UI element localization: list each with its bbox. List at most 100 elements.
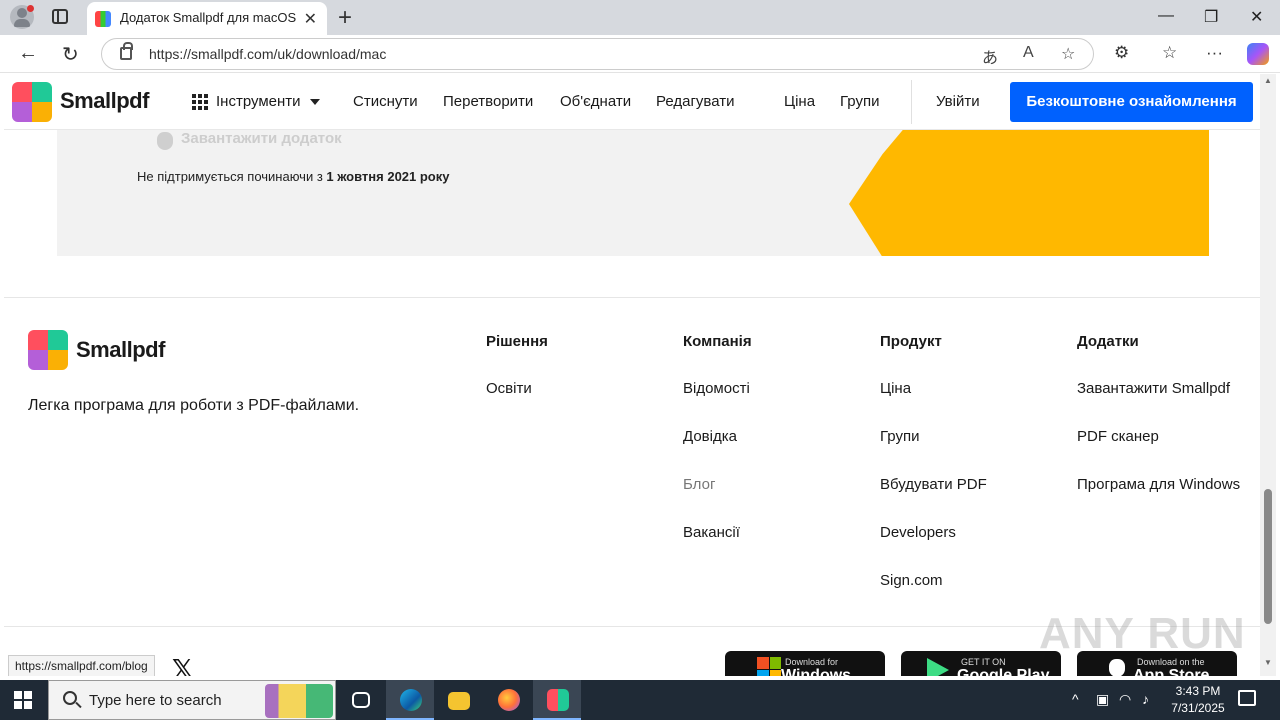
new-tab-icon[interactable]: + bbox=[338, 4, 352, 32]
taskbar-search[interactable]: Type here to search bbox=[48, 680, 336, 720]
taskbar-clock[interactable]: 3:43 PM 7/31/2025 bbox=[1158, 683, 1238, 717]
vertical-scrollbar[interactable]: ▲ ▼ bbox=[1260, 74, 1276, 676]
store-big-text: App Store bbox=[1133, 667, 1210, 676]
footer-link-developers[interactable]: Developers bbox=[880, 521, 1050, 545]
tab-actions-icon[interactable] bbox=[52, 9, 68, 24]
browser-tab[interactable]: Додаток Smallpdf для macOS ✕ bbox=[87, 2, 327, 35]
translate-icon[interactable]: あ bbox=[982, 44, 998, 68]
restore-icon[interactable]: ❐ bbox=[1204, 7, 1218, 27]
footer-link-sign[interactable]: Sign.com bbox=[880, 569, 1050, 593]
google-play-button[interactable]: GET IT ON Google Play bbox=[901, 651, 1061, 676]
windows-store-button[interactable]: Download for Windows bbox=[725, 651, 885, 676]
url-text[interactable]: https://smallpdf.com/uk/download/mac bbox=[149, 46, 386, 62]
header-divider bbox=[911, 80, 912, 124]
footer-link-pdf-scanner[interactable]: PDF сканер bbox=[1077, 425, 1247, 449]
footer-link-teams[interactable]: Групи bbox=[880, 425, 1050, 449]
nav-compress[interactable]: Стиснути bbox=[353, 93, 418, 110]
notification-center-icon[interactable] bbox=[1238, 690, 1256, 706]
store-small-text: GET IT ON bbox=[961, 657, 1006, 667]
nav-edit[interactable]: Редагувати bbox=[656, 93, 735, 110]
clock-time: 3:43 PM bbox=[1175, 684, 1221, 698]
copilot-icon[interactable] bbox=[1247, 43, 1269, 65]
close-tab-icon[interactable]: ✕ bbox=[304, 9, 317, 29]
footer-link-about[interactable]: Відомості bbox=[683, 377, 853, 401]
volume-icon[interactable]: ♪ bbox=[1142, 691, 1149, 707]
back-icon[interactable]: ← bbox=[18, 42, 38, 65]
footer-link-windows-app[interactable]: Програма для Windows bbox=[1077, 473, 1247, 497]
footer-link-jobs[interactable]: Вакансії bbox=[683, 521, 853, 545]
close-window-icon[interactable]: ✕ bbox=[1250, 7, 1263, 27]
windows-taskbar: Type here to search ^ ▣ ◠ ♪ 3:43 PM 7/31… bbox=[0, 680, 1280, 720]
chevron-down-icon[interactable] bbox=[310, 99, 320, 105]
store-small-text: Download for bbox=[785, 657, 839, 667]
site-header: Smallpdf Інструменти Стиснути Перетворит… bbox=[4, 74, 1260, 130]
smallpdf-logo-icon[interactable] bbox=[12, 82, 52, 122]
footer-link-download-smallpdf[interactable]: Завантажити Smallpdf bbox=[1077, 377, 1247, 401]
scroll-thumb[interactable] bbox=[1264, 489, 1272, 624]
nav-pricing[interactable]: Ціна bbox=[784, 93, 815, 110]
footer-tagline: Легка програма для роботи з PDF-файлами. bbox=[28, 397, 360, 414]
apple-icon bbox=[1109, 659, 1125, 676]
minimize-icon[interactable]: — bbox=[1158, 7, 1174, 25]
link-status-bar: https://smallpdf.com/blog bbox=[8, 655, 155, 676]
footer-heading-apps: Додатки bbox=[1077, 333, 1139, 350]
favorite-star-icon[interactable]: ☆ bbox=[1061, 44, 1075, 64]
nav-merge[interactable]: Об'єднати bbox=[560, 93, 631, 110]
scroll-up-icon[interactable]: ▲ bbox=[1264, 76, 1272, 85]
store-big-text: Windows bbox=[781, 667, 852, 676]
wifi-icon[interactable]: ◠ bbox=[1119, 691, 1131, 708]
footer-link-pricing[interactable]: Ціна bbox=[880, 377, 1050, 401]
tools-menu[interactable]: Інструменти bbox=[216, 93, 301, 110]
firefox-icon[interactable] bbox=[484, 680, 532, 720]
search-icon bbox=[63, 691, 77, 705]
footer-link-education[interactable]: Освіти bbox=[486, 377, 656, 401]
profile-icon[interactable] bbox=[10, 5, 34, 29]
search-placeholder[interactable]: Type here to search bbox=[89, 692, 222, 709]
windows-start-icon[interactable] bbox=[14, 691, 32, 709]
address-toolbar: ← ↻ https://smallpdf.com/uk/download/mac… bbox=[0, 35, 1280, 73]
extensions-icon[interactable]: ⚙ bbox=[1114, 43, 1129, 63]
unsupported-notice: Не підтримується починаючи з 1 жовтня 20… bbox=[137, 169, 449, 184]
task-view-icon[interactable] bbox=[338, 680, 386, 720]
edge-taskbar-icon[interactable] bbox=[386, 680, 434, 720]
notification-dot bbox=[27, 5, 34, 12]
unsupported-date: 1 жовтня 2021 року bbox=[326, 169, 450, 184]
nav-teams[interactable]: Групи bbox=[840, 93, 879, 110]
read-aloud-icon[interactable]: A bbox=[1023, 44, 1034, 62]
web-page: Завантажити додаток Не підтримується поч… bbox=[4, 74, 1260, 676]
footer-logo-text[interactable]: Smallpdf bbox=[76, 337, 165, 363]
favorites-icon[interactable]: ☆ bbox=[1162, 43, 1177, 63]
more-menu-icon[interactable]: ··· bbox=[1206, 43, 1223, 63]
footer-link-embed-pdf[interactable]: Вбудувати PDF bbox=[880, 473, 1050, 497]
google-play-icon bbox=[927, 658, 949, 676]
x-social-icon[interactable]: 𝕏 bbox=[172, 654, 193, 676]
nav-convert[interactable]: Перетворити bbox=[443, 93, 533, 110]
scroll-down-icon[interactable]: ▼ bbox=[1264, 658, 1272, 667]
refresh-icon[interactable]: ↻ bbox=[62, 42, 79, 67]
footer-heading-solutions: Рішення bbox=[486, 333, 548, 350]
smallpdf-taskbar-icon[interactable] bbox=[533, 680, 581, 720]
browser-tab-bar: Додаток Smallpdf для macOS ✕ + — ❐ ✕ bbox=[0, 0, 1280, 35]
grid-icon[interactable] bbox=[192, 94, 208, 110]
apple-icon bbox=[157, 132, 173, 150]
network-drive-icon[interactable]: ▣ bbox=[1096, 691, 1109, 708]
footer-heading-company: Компанія bbox=[683, 333, 752, 350]
logo-text[interactable]: Smallpdf bbox=[60, 88, 149, 114]
address-bar[interactable]: https://smallpdf.com/uk/download/mac あ A… bbox=[101, 38, 1094, 70]
free-trial-button[interactable]: Безкоштовне ознайомлення bbox=[1010, 82, 1253, 122]
download-app-button[interactable]: Завантажити додаток bbox=[181, 130, 342, 147]
footer-logo-icon[interactable] bbox=[28, 330, 68, 370]
tray-chevron-icon[interactable]: ^ bbox=[1072, 691, 1079, 707]
search-highlight-art bbox=[265, 684, 333, 718]
section-divider bbox=[4, 297, 1260, 298]
footer-link-blog[interactable]: Блог bbox=[683, 473, 853, 497]
footer-link-help[interactable]: Довідка bbox=[683, 425, 853, 449]
file-explorer-icon[interactable] bbox=[434, 680, 482, 720]
footer-heading-product: Продукт bbox=[880, 333, 942, 350]
windows-logo-icon bbox=[757, 657, 781, 676]
login-link[interactable]: Увійти bbox=[936, 93, 980, 110]
hero-card: Завантажити додаток Не підтримується поч… bbox=[57, 114, 1209, 256]
unsupported-prefix: Не підтримується починаючи з bbox=[137, 169, 323, 184]
lock-icon[interactable] bbox=[120, 42, 133, 60]
yellow-decoration bbox=[849, 114, 1209, 256]
